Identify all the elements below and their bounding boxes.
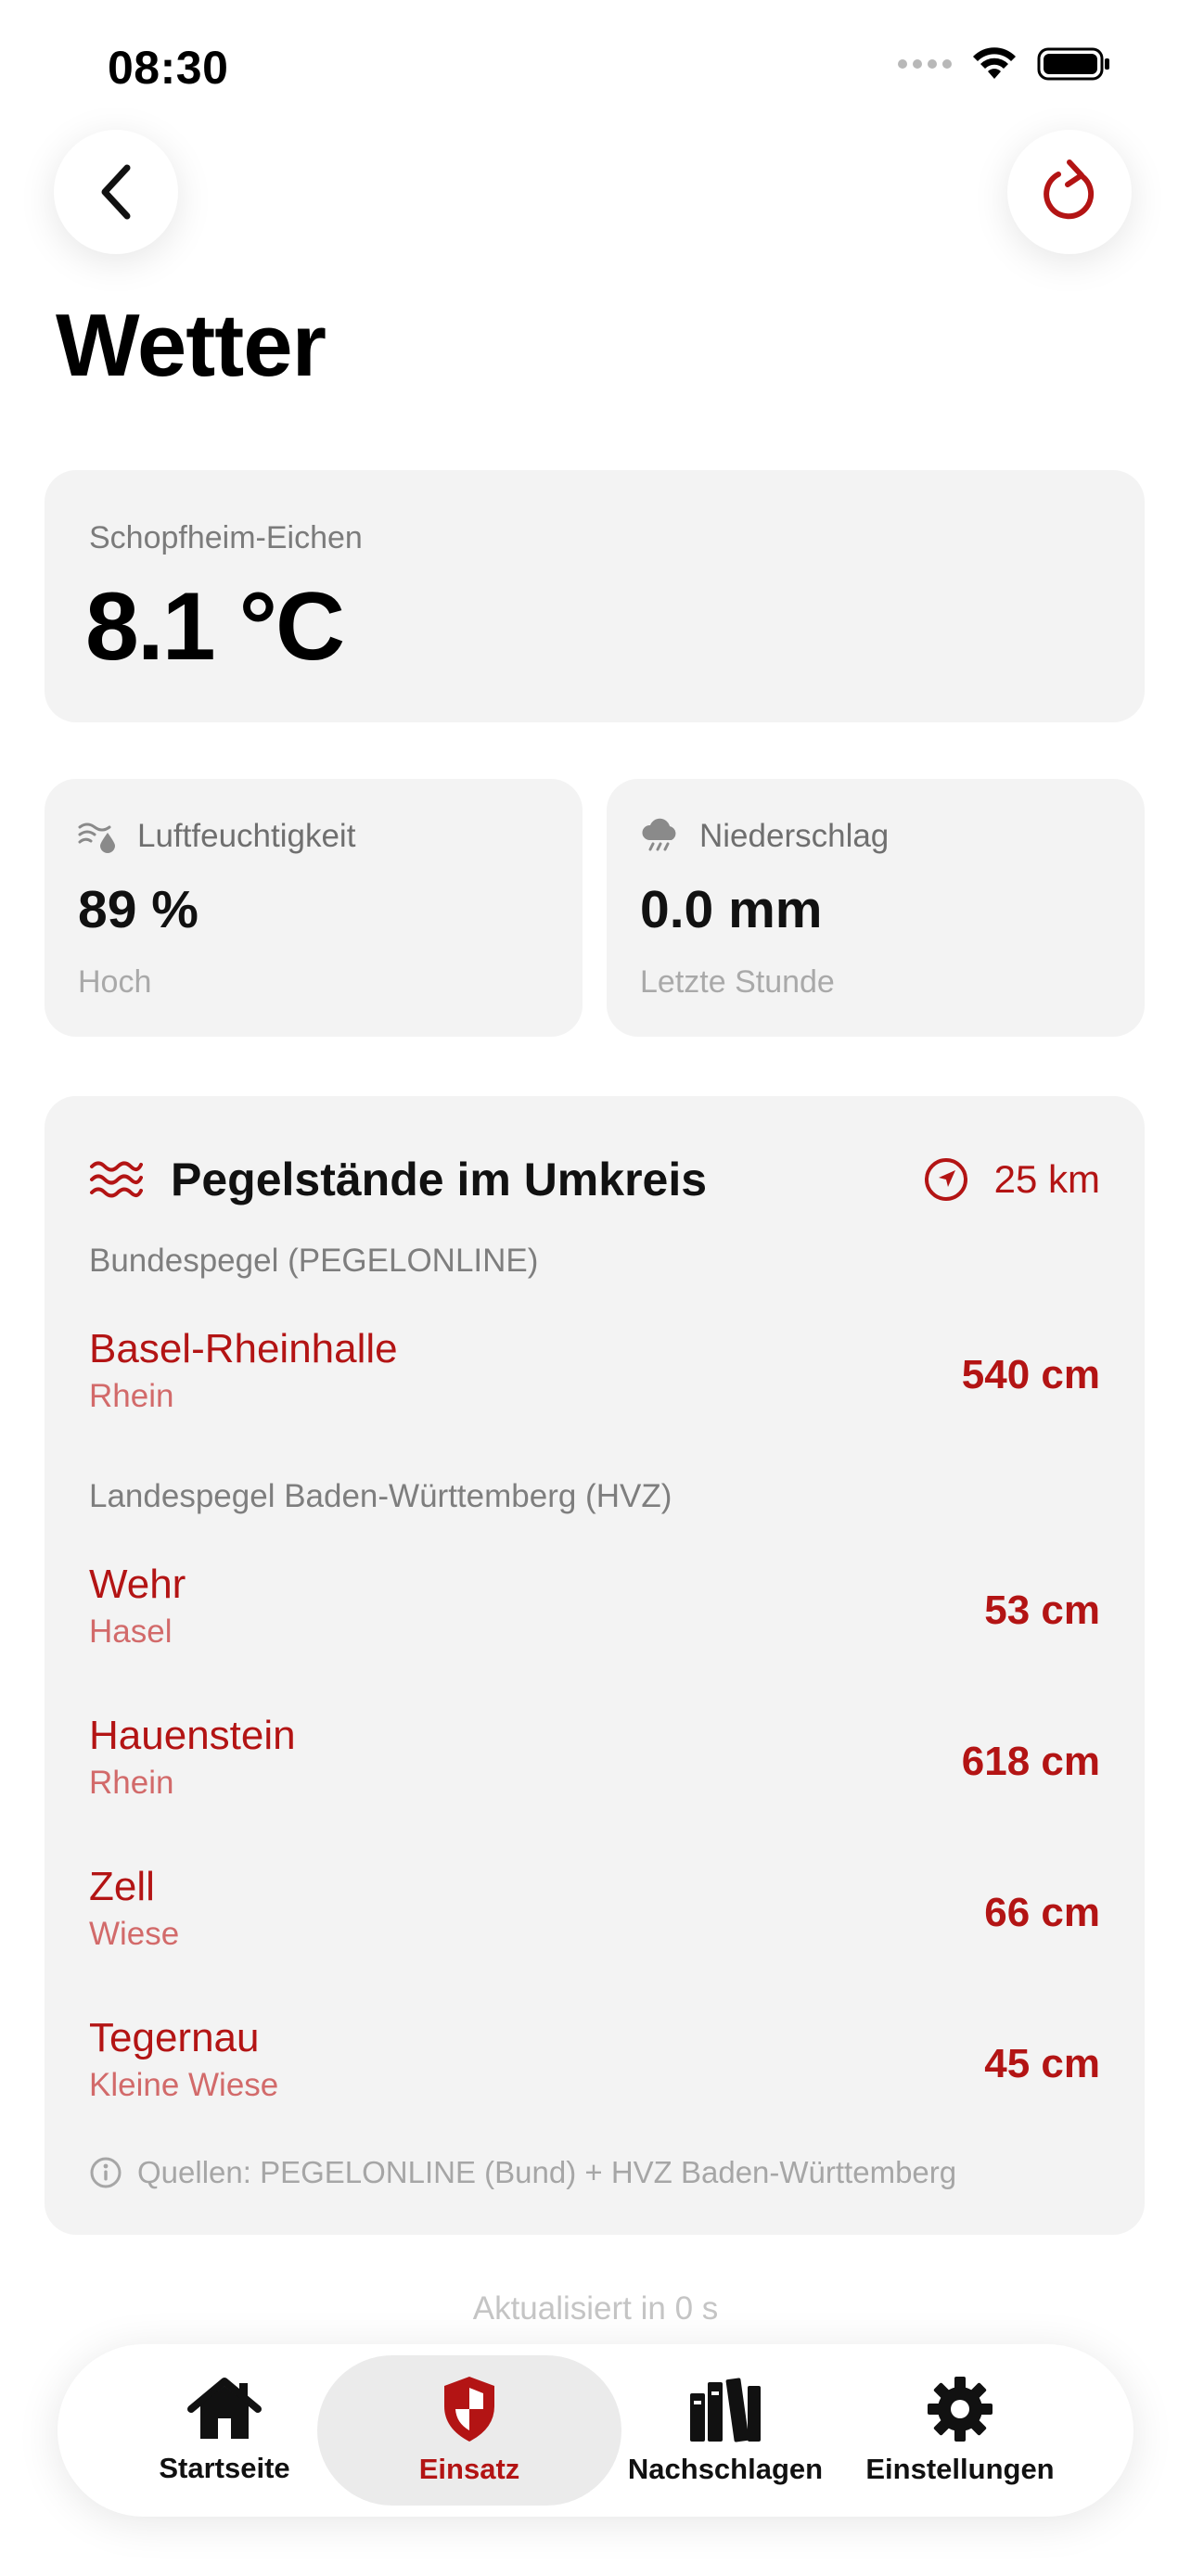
rain-cloud-icon xyxy=(642,818,676,851)
station-name: Wehr xyxy=(89,1562,186,1607)
tab-label: Nachschlagen xyxy=(627,2453,824,2485)
station-river: Rhein xyxy=(89,1765,174,1801)
tab-label: Einsatz xyxy=(418,2453,520,2485)
tab-startseite[interactable]: Startseite xyxy=(132,2355,317,2506)
gauges-card: Pegelstände im Umkreis 25 km Bundespegel… xyxy=(45,1096,1145,2235)
temperature-location: Schopfheim-Eichen xyxy=(89,520,363,555)
station-level: 53 cm xyxy=(984,1588,1100,1633)
station-row[interactable]: Hauenstein Rhein 618 cm xyxy=(89,1713,1100,1815)
signal-icon xyxy=(898,59,952,69)
refresh-button[interactable] xyxy=(1007,130,1132,254)
tab-nachschlagen[interactable]: Nachschlagen xyxy=(621,2355,829,2506)
precipitation-sub: Letzte Stunde xyxy=(640,964,835,1000)
tab-einsatz[interactable]: Einsatz xyxy=(317,2355,621,2506)
tab-bar: Startseite Einsatz Nachschlagen Einstell… xyxy=(58,2344,1133,2517)
home-icon xyxy=(187,2378,262,2439)
location-arrow-icon xyxy=(924,1158,967,1201)
back-button[interactable] xyxy=(54,130,178,254)
station-name: Basel-Rheinhalle xyxy=(89,1326,398,1371)
station-row[interactable]: Basel-Rheinhalle Rhein 540 cm xyxy=(89,1326,1100,1428)
station-river: Kleine Wiese xyxy=(89,2067,279,2103)
humidity-label: Luftfeuchtigkeit xyxy=(137,818,356,854)
station-river: Wiese xyxy=(89,1916,180,1952)
info-icon xyxy=(90,2157,122,2188)
humidity-sub: Hoch xyxy=(78,964,152,1000)
sources-text: Quellen: PEGELONLINE (Bund) + HVZ Baden-… xyxy=(137,2155,957,2189)
group-label-bund: Bundespegel (PEGELONLINE) xyxy=(89,1243,539,1279)
status-time: 08:30 xyxy=(108,42,229,94)
gauges-title: Pegelstände im Umkreis xyxy=(171,1154,708,1205)
station-river: Hasel xyxy=(89,1613,173,1650)
radius-value: 25 km xyxy=(993,1157,1100,1201)
precipitation-card: Niederschlag 0.0 mm Letzte Stunde xyxy=(607,779,1145,1037)
precipitation-label: Niederschlag xyxy=(699,818,890,854)
water-waves-icon xyxy=(90,1161,143,1198)
station-name: Hauenstein xyxy=(89,1713,296,1758)
station-name: Zell xyxy=(89,1864,155,1909)
tab-label: Einstellungen xyxy=(865,2453,1055,2485)
station-river: Rhein xyxy=(89,1378,174,1414)
station-level: 45 cm xyxy=(984,2041,1100,2086)
station-row[interactable]: Zell Wiese 66 cm xyxy=(89,1864,1100,1966)
chevron-left-icon xyxy=(101,164,131,220)
tab-label: Startseite xyxy=(159,2452,290,2484)
temperature-card: Schopfheim-Eichen 8.1 °C xyxy=(45,470,1145,722)
books-icon xyxy=(690,2378,761,2442)
update-status: Aktualisiert in 0 s xyxy=(472,2290,719,2327)
sources-note: Quellen: PEGELONLINE (Bund) + HVZ Baden-… xyxy=(89,2155,956,2190)
battery-icon xyxy=(1037,47,1109,81)
humidity-card: Luftfeuchtigkeit 89 % Hoch xyxy=(45,779,583,1037)
gauges-header: Pegelstände im Umkreis 25 km xyxy=(89,1144,1100,1215)
station-name: Tegernau xyxy=(89,2015,260,2060)
tab-einstellungen[interactable]: Einstellungen xyxy=(844,2355,1076,2506)
station-row[interactable]: Wehr Hasel 53 cm xyxy=(89,1562,1100,1664)
humidity-value: 89 % xyxy=(78,880,198,939)
shield-icon xyxy=(444,2377,494,2442)
temperature-value: 8.1 °C xyxy=(85,573,345,681)
refresh-icon xyxy=(1044,159,1095,220)
station-row[interactable]: Tegernau Kleine Wiese 45 cm xyxy=(89,2015,1100,2117)
humidity-icon xyxy=(78,823,115,853)
station-level: 618 cm xyxy=(961,1739,1100,1784)
station-level: 540 cm xyxy=(961,1352,1100,1397)
precipitation-value: 0.0 mm xyxy=(640,880,823,939)
group-label-land: Landespegel Baden-Württemberg (HVZ) xyxy=(89,1478,672,1514)
radius-selector[interactable]: 25 km xyxy=(924,1157,1100,1202)
status-icons xyxy=(898,46,1111,82)
station-level: 66 cm xyxy=(984,1890,1100,1935)
wifi-icon xyxy=(973,47,1016,79)
page-title: Wetter xyxy=(56,296,327,395)
gear-icon xyxy=(928,2377,992,2442)
